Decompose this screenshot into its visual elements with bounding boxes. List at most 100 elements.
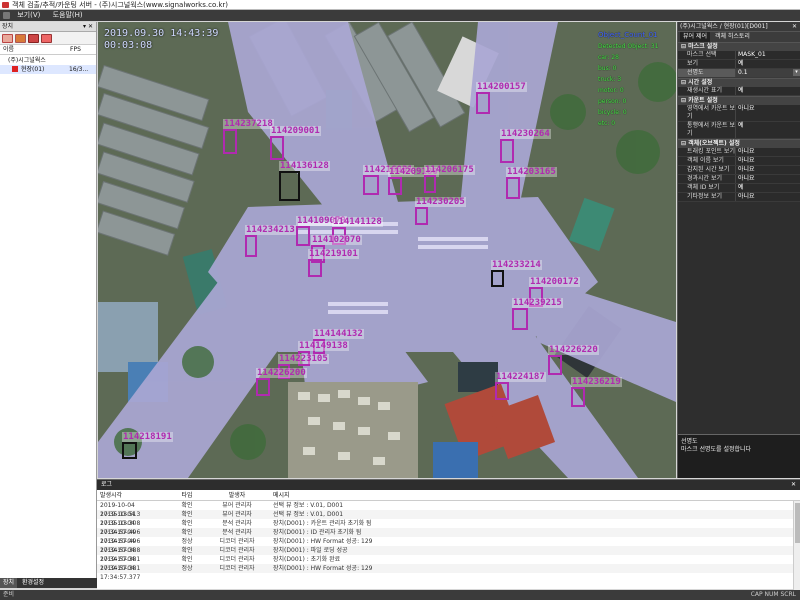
property-category[interactable]: 시간 설정: [678, 78, 800, 87]
menu-view[interactable]: 보기(V): [12, 10, 45, 21]
detection-id-prefix: 114230205: [416, 197, 465, 207]
property-value-text: 아니요: [738, 193, 755, 200]
property-row[interactable]: 통행에서 카운트 보기 예: [678, 122, 800, 139]
detection-id-label: 114209001: [270, 126, 321, 136]
property-value[interactable]: 아니요: [736, 166, 800, 174]
property-row[interactable]: 마스크 선택 MASK_01: [678, 51, 800, 60]
log-time: 2019-10-04 17:34:57.381: [100, 556, 141, 572]
log-message: 선택 뷰 정보 : V.01, D001: [273, 502, 344, 509]
tab-object-history[interactable]: 객체 히스토리: [712, 32, 753, 42]
app-menu-icon[interactable]: [3, 11, 10, 19]
scroll-thumb[interactable]: [795, 503, 800, 543]
tab-device[interactable]: 장치: [0, 578, 18, 588]
overlay-line: motor: 0: [598, 87, 624, 94]
status-bar: 준비 CAP NUM SCRL: [0, 590, 800, 600]
property-value[interactable]: 예: [736, 60, 800, 68]
video-view[interactable]: 2019.09.30 14:43:39 00:03:08 Object_Coun…: [98, 22, 676, 478]
tree-item-site-01[interactable]: 현장(01) 16/3...: [0, 65, 96, 74]
overlay-line: car: 28: [598, 54, 619, 61]
detection-id-label: 114226200: [256, 368, 307, 378]
detection-id-prefix: 114218191: [123, 432, 172, 442]
menu-help[interactable]: 도움말(H): [48, 10, 88, 21]
property-value[interactable]: 아니요: [736, 105, 800, 121]
detection-id-prefix: 114236219: [572, 377, 621, 387]
detection-rect: [548, 355, 562, 375]
property-row[interactable]: 객체 ID 보기 예: [678, 184, 800, 193]
log-row[interactable]: 2019-10-04 17:34:57.496 확인 분석 관리자 장치(D001) …: [97, 528, 800, 545]
property-value[interactable]: 아니요: [736, 148, 800, 156]
property-value-text: 아니요: [738, 166, 755, 173]
overlay-line: bicycle: 0: [598, 109, 627, 116]
log-row[interactable]: 2019-10-04 17:34:57.496 확인 분석 관리자 장치(D001) …: [97, 519, 800, 536]
property-row[interactable]: 영역에서 카운트 보기 아니요: [678, 105, 800, 122]
property-row[interactable]: 보기 예: [678, 60, 800, 69]
col-type[interactable]: 타입: [167, 490, 207, 500]
detection-rect: [476, 92, 490, 114]
detection-id-prefix: 114144132: [314, 329, 363, 339]
property-value[interactable]: 예: [736, 122, 800, 138]
log-message: 장치(D001) : 파일 로딩 성공: [273, 547, 348, 554]
detection-id-label: 114144132: [313, 329, 364, 339]
dropdown-arrow-icon[interactable]: ▾: [793, 69, 800, 76]
detection-rect: [256, 378, 270, 396]
col-message[interactable]: 메시지: [267, 490, 800, 500]
close-icon[interactable]: ✕: [791, 480, 796, 490]
log-scrollbar[interactable]: [793, 501, 800, 590]
property-category[interactable]: 객체(오브젝트) 설정: [678, 139, 800, 148]
detection-rect: [415, 207, 428, 225]
property-value-text: 아니요: [738, 157, 755, 164]
property-row[interactable]: 트래킹 포인트 보기 아니요: [678, 148, 800, 157]
property-value[interactable]: 아니요: [736, 157, 800, 165]
property-key: 보기: [678, 60, 736, 68]
panel-pin-close-icon[interactable]: ▾ ✕: [83, 22, 93, 32]
detection-id-prefix: 114200172: [530, 277, 579, 287]
close-icon[interactable]: ✕: [792, 22, 797, 32]
property-row[interactable]: 경과시간 보기 아니요: [678, 175, 800, 184]
delete-device-button[interactable]: [41, 34, 52, 43]
detection-id-label: 114219101: [308, 249, 359, 259]
detection-id-label: 114223105: [278, 354, 329, 364]
log-source: 디코더 관리자: [219, 556, 255, 563]
keyboard-indicators: CAP NUM SCRL: [750, 591, 796, 598]
col-fps[interactable]: FPS: [70, 45, 81, 54]
property-value[interactable]: 0.1 ▾: [736, 69, 800, 77]
overlay-title: Object_Count_01: [598, 31, 658, 39]
tab-settings[interactable]: 환경설정: [19, 578, 47, 588]
detection-id-label: 114239215: [512, 298, 563, 308]
property-value[interactable]: 아니요: [736, 193, 800, 201]
property-row[interactable]: 기타정보 보기 아니요: [678, 193, 800, 202]
log-row[interactable]: 2019-10-04 17:34:57.381 확인 디코더 관리자 장치(D001)…: [97, 555, 800, 572]
col-name[interactable]: 이름: [0, 45, 70, 54]
property-row[interactable]: 객체 이름 보기 아니요: [678, 157, 800, 166]
log-row[interactable]: 2019-10-04 17:35:13.513 확인 뷰어 관리자 선택 뷰 정보 :…: [97, 501, 800, 518]
property-row[interactable]: 재생시간 표기 예: [678, 87, 800, 96]
view-control-header: (주)시그널웍스 / 현장(01)[D001] ✕: [678, 22, 800, 32]
add-device-button[interactable]: [2, 34, 13, 43]
overlay-line: person: 0: [598, 98, 627, 105]
detection-id-prefix: 114203165: [507, 167, 556, 177]
property-row[interactable]: 감지된 시간 보기 아니요: [678, 166, 800, 175]
edit-device-button[interactable]: [15, 34, 26, 43]
log-source: 분석 관리자: [222, 529, 252, 536]
property-category[interactable]: 마스크 설정: [678, 42, 800, 51]
property-value[interactable]: 예: [736, 184, 800, 192]
log-row[interactable]: 2019-10-04 17:34:57.381 확인 디코더 관리자 장치(D001)…: [97, 546, 800, 563]
property-category[interactable]: 카운트 설정: [678, 96, 800, 105]
col-time[interactable]: 발생시각: [97, 490, 167, 500]
camera-icon: [12, 66, 18, 72]
log-type: 확인: [181, 502, 193, 509]
connect-device-button[interactable]: [28, 34, 39, 43]
property-value[interactable]: 예: [736, 87, 800, 95]
log-type: 정상: [181, 538, 193, 545]
col-source[interactable]: 발생자: [207, 490, 267, 500]
property-value-text: 아니요: [738, 105, 755, 112]
log-row[interactable]: 2019-10-04 17:34:57.388 정상 디코더 관리자 장치(D001)…: [97, 537, 800, 554]
property-row[interactable]: 선명도 0.1 ▾: [678, 69, 800, 78]
log-row[interactable]: 2019-10-04 17:35:13.308 확인 뷰어 관리자 선택 뷰 정보 :…: [97, 510, 800, 527]
property-value[interactable]: 아니요: [736, 175, 800, 183]
log-row[interactable]: 2019-10-04 17:34:57.377 정상 디코더 관리자 장치(D001)…: [97, 564, 800, 581]
property-description-title: 선명도: [681, 438, 698, 445]
property-value[interactable]: MASK_01: [736, 51, 800, 59]
tree-root[interactable]: (주)시그널웍스: [0, 56, 96, 65]
tab-viewer-control[interactable]: 뷰어 제어: [680, 32, 710, 42]
